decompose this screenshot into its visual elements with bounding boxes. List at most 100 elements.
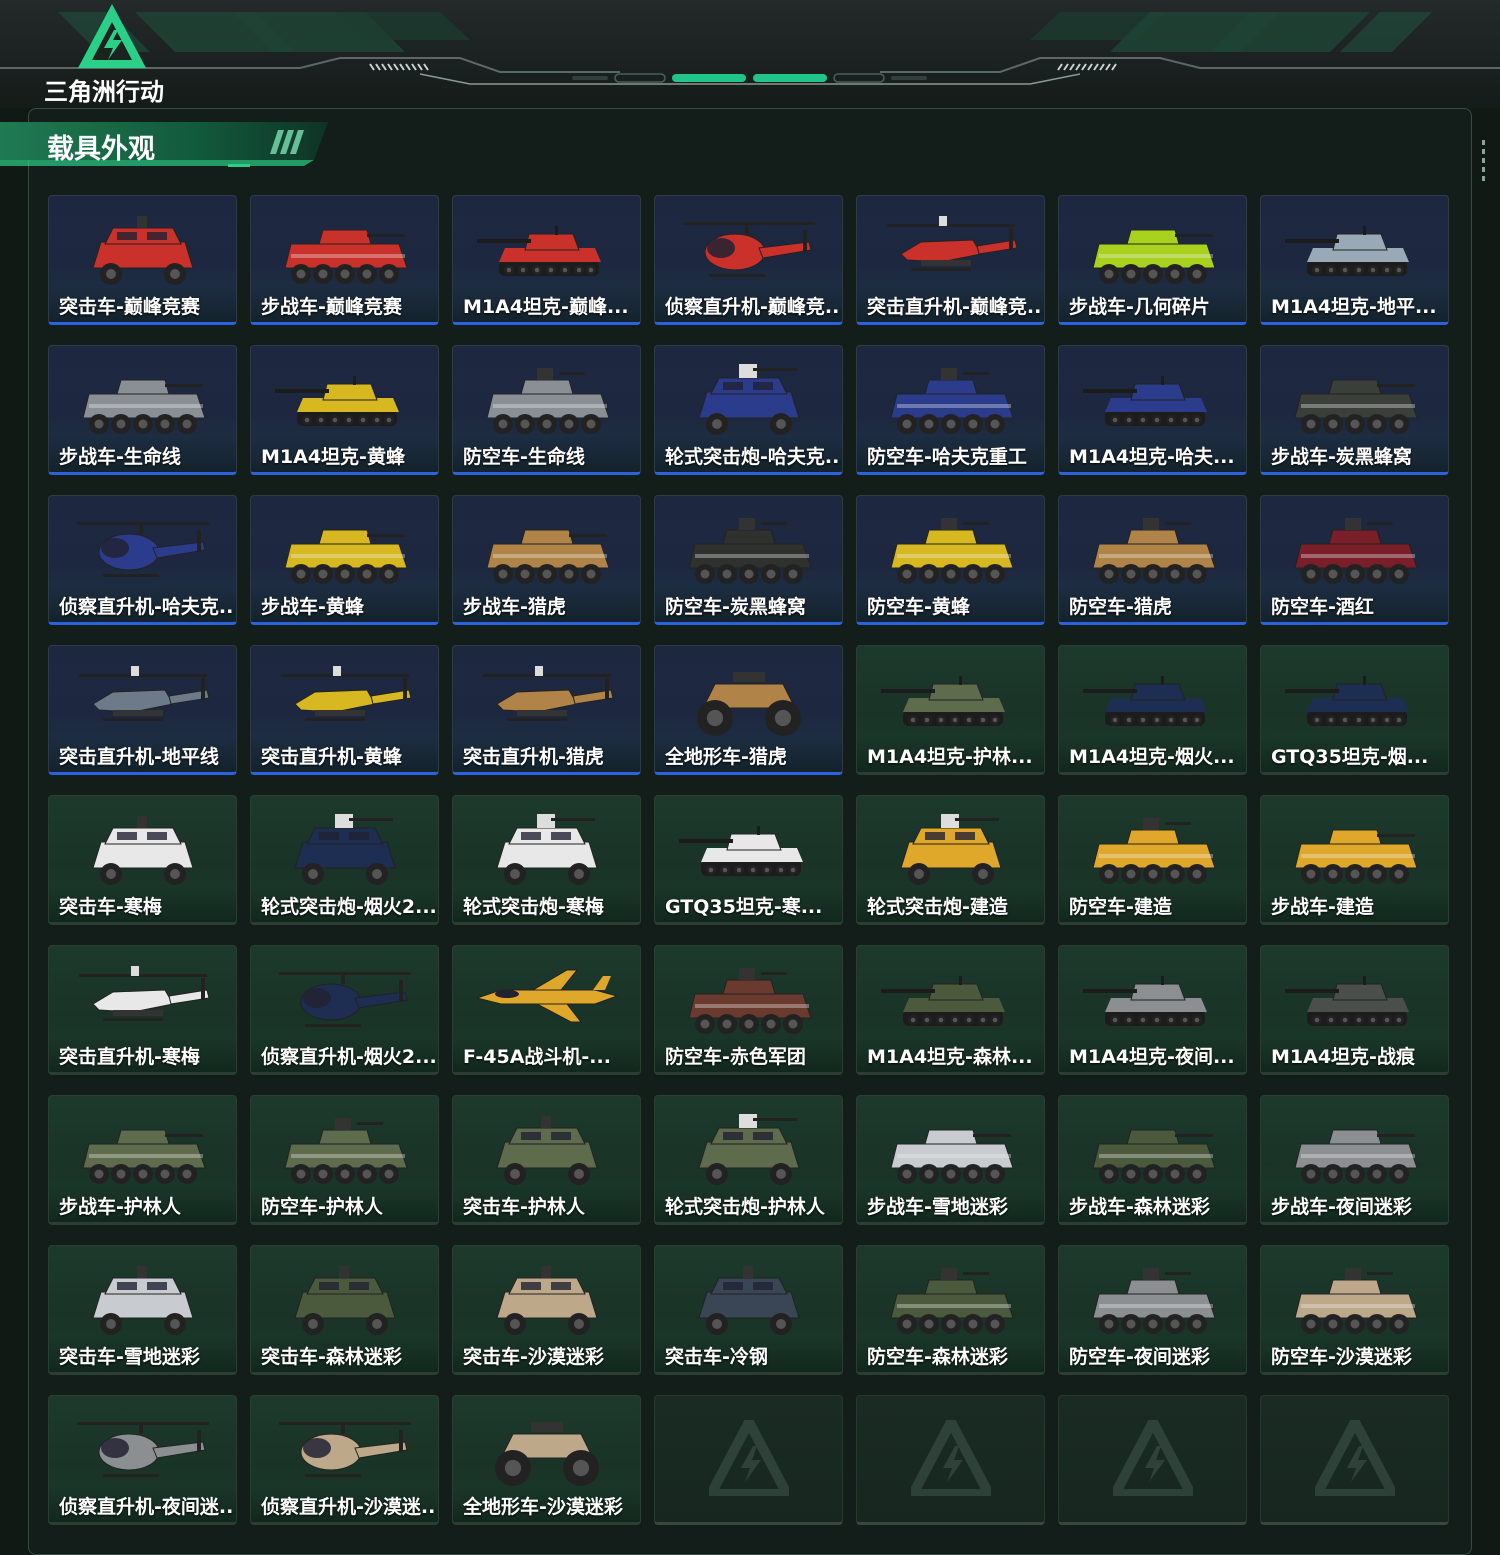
aa-vehicle-icon	[1294, 518, 1418, 584]
vehicle-skin-card[interactable]: 防空车-猎虎	[1058, 495, 1247, 625]
aa-vehicle-icon	[1092, 518, 1216, 584]
vehicle-skin-card[interactable]: M1A4坦克-森林...	[856, 945, 1045, 1075]
skin-name-label: M1A4坦克-巅峰...	[463, 296, 629, 318]
vehicle-skin-card[interactable]: M1A4坦克-地平...	[1260, 195, 1449, 325]
ifv-icon	[1294, 1129, 1418, 1184]
skin-name-label: M1A4坦克-烟火...	[1069, 746, 1235, 768]
vehicle-skin-card[interactable]: 突击车-冷钢	[654, 1245, 843, 1375]
skin-name-label: 突击车-寒梅	[59, 896, 162, 918]
attack-helicopter-icon	[281, 666, 412, 721]
vehicle-skin-card[interactable]: 防空车-炭黑蜂窝	[654, 495, 843, 625]
vehicle-skin-card[interactable]: 突击车-寒梅	[48, 795, 237, 925]
ifv-icon	[82, 1129, 206, 1184]
vehicle-skin-card[interactable]: 步战车-森林迷彩	[1058, 1095, 1247, 1225]
vehicle-skin-card[interactable]: 突击直升机-地平线	[48, 645, 237, 775]
aa-vehicle-icon	[890, 368, 1014, 434]
vehicle-skin-card[interactable]: 步战车-生命线	[48, 345, 237, 475]
skin-name-label: 突击直升机-黄蜂	[261, 746, 402, 768]
empty-skin-slot	[654, 1395, 843, 1525]
vehicle-skin-card[interactable]: 突击车-护林人	[452, 1095, 641, 1225]
vehicle-skin-card[interactable]: 步战车-炭黑蜂窝	[1260, 345, 1449, 475]
vehicle-skin-card[interactable]: M1A4坦克-护林...	[856, 645, 1045, 775]
aa-vehicle-icon	[890, 1268, 1014, 1334]
ifv-icon	[1092, 229, 1216, 284]
vehicle-skin-card[interactable]: 突击车-巅峰竞赛	[48, 195, 237, 325]
vehicle-skin-card[interactable]: 侦察直升机-夜间迷...	[48, 1395, 237, 1525]
vehicle-skin-card[interactable]: GTQ35坦克-烟...	[1260, 645, 1449, 775]
vehicle-skin-card[interactable]: 突击直升机-寒梅	[48, 945, 237, 1075]
vehicle-skin-card[interactable]: 轮式突击炮-寒梅	[452, 795, 641, 925]
vehicle-skin-card[interactable]: 步战车-巅峰竞赛	[250, 195, 439, 325]
vehicle-skin-card[interactable]: 步战车-猎虎	[452, 495, 641, 625]
vehicle-skin-card[interactable]: 防空车-黄蜂	[856, 495, 1045, 625]
vehicle-skin-card[interactable]: 突击车-森林迷彩	[250, 1245, 439, 1375]
vehicle-skin-card[interactable]: M1A4坦克-哈夫...	[1058, 345, 1247, 475]
vehicle-skin-card[interactable]: 防空车-沙漠迷彩	[1260, 1245, 1449, 1375]
vehicle-skin-card[interactable]: 防空车-森林迷彩	[856, 1245, 1045, 1375]
delta-emblem-icon	[709, 1420, 789, 1496]
skin-name-label: 轮式突击炮-寒梅	[463, 896, 604, 918]
ifv-icon	[1294, 379, 1418, 434]
skin-name-label: M1A4坦克-黄蜂	[261, 446, 405, 468]
assault-car-icon	[496, 1266, 598, 1335]
side-scroll-indicator[interactable]	[1482, 140, 1485, 184]
vehicle-skin-card[interactable]: 突击车-沙漠迷彩	[452, 1245, 641, 1375]
game-title: 三角洲行动	[44, 78, 164, 106]
vehicle-skin-card[interactable]: M1A4坦克-战痕	[1260, 945, 1449, 1075]
vehicle-skin-card[interactable]: 步战车-雪地迷彩	[856, 1095, 1045, 1225]
vehicle-skin-card[interactable]: 步战车-几何碎片	[1058, 195, 1247, 325]
skin-name-label: GTQ35坦克-烟...	[1271, 746, 1429, 768]
vehicle-skin-card[interactable]: 侦察直升机-巅峰竞...	[654, 195, 843, 325]
skin-name-label: 侦察直升机-哈夫克...	[59, 596, 235, 618]
wheeled-gun-icon	[294, 814, 396, 885]
vehicle-skin-card[interactable]: 步战车-建造	[1260, 795, 1449, 925]
vehicle-skin-card[interactable]: 防空车-哈夫克重工	[856, 345, 1045, 475]
skin-name-label: M1A4坦克-地平...	[1271, 296, 1437, 318]
vehicle-skin-card[interactable]: 突击直升机-猎虎	[452, 645, 641, 775]
ifv-icon	[890, 1129, 1014, 1184]
vehicle-skin-card[interactable]: GTQ35坦克-寒...	[654, 795, 843, 925]
skin-name-label: 突击直升机-地平线	[59, 746, 219, 768]
vehicle-skin-card[interactable]: 全地形车-猎虎	[654, 645, 843, 775]
vehicle-skin-card[interactable]: 防空车-护林人	[250, 1095, 439, 1225]
skin-name-label: 防空车-森林迷彩	[867, 1346, 1008, 1368]
vehicle-skin-card[interactable]: 突击直升机-黄蜂	[250, 645, 439, 775]
vehicle-skin-card[interactable]: 防空车-赤色军团	[654, 945, 843, 1075]
ifv-icon	[486, 529, 610, 584]
assault-car-icon	[92, 216, 194, 285]
attack-helicopter-icon	[79, 966, 210, 1021]
vehicle-skin-card[interactable]: 轮式突击炮-哈夫克...	[654, 345, 843, 475]
vehicle-skin-card[interactable]: 防空车-酒红	[1260, 495, 1449, 625]
vehicle-skin-card[interactable]: 轮式突击炮-建造	[856, 795, 1045, 925]
vehicle-skin-card[interactable]: M1A4坦克-夜间...	[1058, 945, 1247, 1075]
vehicle-skin-card[interactable]: 突击车-雪地迷彩	[48, 1245, 237, 1375]
vehicle-skin-card[interactable]: F-45A战斗机-...	[452, 945, 641, 1075]
assault-car-icon	[698, 1266, 800, 1335]
vehicle-skin-card[interactable]: 步战车-夜间迷彩	[1260, 1095, 1449, 1225]
vehicle-skin-card[interactable]: 全地形车-沙漠迷彩	[452, 1395, 641, 1525]
wheeled-gun-icon	[698, 364, 800, 435]
vehicle-skin-card[interactable]: 防空车-夜间迷彩	[1058, 1245, 1247, 1375]
vehicle-skin-card[interactable]: 侦察直升机-烟火2...	[250, 945, 439, 1075]
vehicle-skin-card[interactable]: M1A4坦克-烟火...	[1058, 645, 1247, 775]
vehicle-skin-card[interactable]: M1A4坦克-巅峰...	[452, 195, 641, 325]
vehicle-skin-card[interactable]: M1A4坦克-黄蜂	[250, 345, 439, 475]
aa-vehicle-icon	[1092, 1268, 1216, 1334]
vehicle-skin-card[interactable]: 侦察直升机-哈夫克...	[48, 495, 237, 625]
vehicle-skin-card[interactable]: 侦察直升机-沙漠迷...	[250, 1395, 439, 1525]
skin-name-label: 全地形车-沙漠迷彩	[463, 1496, 623, 1518]
tank-icon	[1285, 676, 1409, 726]
vehicle-skin-card[interactable]: 轮式突击炮-烟火2...	[250, 795, 439, 925]
tank-icon	[477, 226, 601, 276]
vehicle-skin-card[interactable]: 步战车-护林人	[48, 1095, 237, 1225]
vehicle-skin-card[interactable]: 突击直升机-巅峰竞...	[856, 195, 1045, 325]
skin-name-label: 步战车-建造	[1271, 896, 1374, 918]
vehicle-skin-card[interactable]: 防空车-建造	[1058, 795, 1247, 925]
aa-vehicle-icon	[688, 968, 812, 1034]
vehicle-skin-card[interactable]: 防空车-生命线	[452, 345, 641, 475]
skin-name-label: 步战车-护林人	[59, 1196, 181, 1218]
vehicle-skin-card[interactable]: 步战车-黄蜂	[250, 495, 439, 625]
skin-name-label: M1A4坦克-护林...	[867, 746, 1033, 768]
scout-helicopter-icon	[77, 522, 209, 577]
vehicle-skin-card[interactable]: 轮式突击炮-护林人	[654, 1095, 843, 1225]
